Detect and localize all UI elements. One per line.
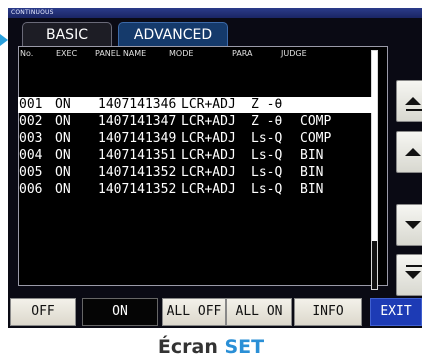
cell-panel-name: 1407141351 (98, 148, 177, 163)
scroll-top-icon (405, 97, 421, 105)
pointer-arrow-icon (0, 34, 8, 46)
cell-exec: ON (55, 114, 71, 129)
tab-advanced[interactable]: ADVANCED (118, 22, 228, 46)
cell-judge: BIN (300, 165, 324, 180)
cell-para: Ls-Q (251, 182, 283, 197)
table-row[interactable]: 003 ON 1407141349 LCR+ADJ Ls-Q COMP (18, 131, 372, 147)
cell-judge: COMP (300, 114, 332, 129)
header-no: No. (20, 49, 34, 58)
cell-panel-name: 1407141352 (98, 165, 177, 180)
table-row[interactable]: 002 ON 1407141347 LCR+ADJ Z -θ COMP (18, 114, 372, 130)
table-header: No. EXEC PANEL NAME MODE PARA JUDGE (19, 47, 387, 61)
header-para: PARA (232, 49, 253, 58)
cell-panel-name: 1407141346 (98, 97, 177, 112)
cell-mode: LCR+ADJ (181, 114, 236, 129)
cell-no: 003 (19, 131, 43, 146)
table-row[interactable]: 004 ON 1407141351 LCR+ADJ Ls-Q BIN (18, 148, 372, 164)
scroll-top-bar (406, 109, 422, 111)
cell-mode: LCR+ADJ (181, 148, 236, 163)
scroll-bottom-button[interactable] (396, 254, 422, 296)
cell-no: 004 (19, 148, 43, 163)
cell-mode: LCR+ADJ (181, 131, 236, 146)
scrollbar-thumb[interactable] (372, 51, 377, 241)
cell-para: Z -θ (251, 97, 283, 112)
scroll-bottom-bar (406, 265, 422, 267)
cell-exec: ON (55, 165, 71, 180)
cell-para: Ls-Q (251, 131, 283, 146)
table-row[interactable]: 001 ON 1407141346 LCR+ADJ Z -θ (18, 97, 372, 113)
all-on-button[interactable]: ALL ON (226, 298, 292, 326)
scrollbar[interactable] (371, 50, 378, 290)
cell-mode: LCR+ADJ (181, 182, 236, 197)
cell-panel-name: 1407141347 (98, 114, 177, 129)
cell-panel-name: 1407141352 (98, 182, 177, 197)
tab-basic[interactable]: BASIC (22, 22, 112, 46)
header-judge: JUDGE (281, 49, 307, 58)
cell-para: Z -θ (251, 114, 283, 129)
cell-exec: ON (55, 182, 71, 197)
cell-no: 005 (19, 165, 43, 180)
cell-no: 001 (19, 97, 43, 112)
caption: Écran SET (0, 336, 422, 358)
window-title: CONTINUOUS (8, 8, 422, 18)
table-row[interactable]: 006 ON 1407141352 LCR+ADJ Ls-Q BIN (18, 182, 372, 198)
header-mode: MODE (169, 49, 194, 58)
header-panel-name: PANEL NAME (95, 49, 147, 58)
cell-para: Ls-Q (251, 148, 283, 163)
scroll-bottom-icon (405, 271, 421, 279)
header-exec: EXEC (56, 49, 78, 58)
cell-no: 006 (19, 182, 43, 197)
off-button[interactable]: OFF (10, 298, 76, 326)
instrument-screen: CONTINUOUS BASIC ADVANCED No. EXEC PANEL… (8, 8, 422, 328)
cell-judge: BIN (300, 148, 324, 163)
cell-exec: ON (55, 131, 71, 146)
cell-judge: BIN (300, 182, 324, 197)
cell-para: Ls-Q (251, 165, 283, 180)
on-button[interactable]: ON (82, 298, 158, 326)
cell-no: 002 (19, 114, 43, 129)
table-row[interactable]: 005 ON 1407141352 LCR+ADJ Ls-Q BIN (18, 165, 372, 181)
caption-accent: SET (224, 336, 265, 358)
caption-prefix: Écran (157, 336, 218, 358)
cell-mode: LCR+ADJ (181, 165, 236, 180)
cell-exec: ON (55, 148, 71, 163)
cell-mode: LCR+ADJ (181, 97, 236, 112)
cell-panel-name: 1407141349 (98, 131, 177, 146)
cell-judge: COMP (300, 131, 332, 146)
page-down-icon (405, 221, 421, 229)
scroll-top-button[interactable] (396, 80, 422, 122)
info-button[interactable]: INFO (294, 298, 362, 326)
all-off-button[interactable]: ALL OFF (162, 298, 226, 326)
page-up-button[interactable] (396, 131, 422, 173)
page-up-icon (405, 148, 421, 156)
cell-exec: ON (55, 97, 71, 112)
exit-button[interactable]: EXIT (370, 298, 422, 326)
page-down-button[interactable] (396, 204, 422, 246)
